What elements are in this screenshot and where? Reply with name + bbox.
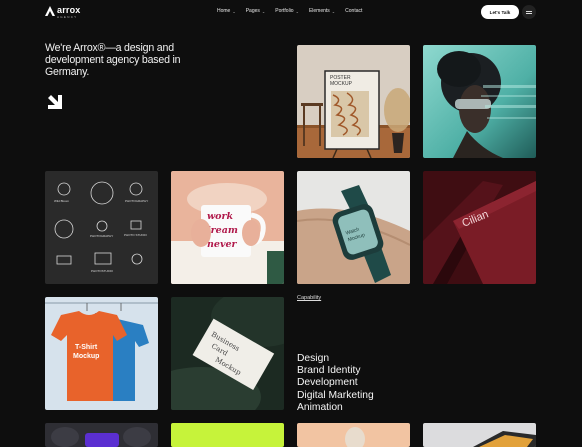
logo-label: PHOTOSTUDIO	[91, 269, 114, 273]
nav-item-portfolio[interactable]: Portfolio ⌄	[275, 8, 299, 14]
mug-line-3: never	[207, 239, 238, 250]
dark-product-tile[interactable]	[45, 423, 158, 447]
service-item[interactable]: Development	[297, 377, 374, 389]
brand-logo[interactable]: arrox AGENCY	[45, 6, 81, 19]
site-header: arrox AGENCY Home ⌄ Pages ⌄ Portfolio ⌄ …	[0, 0, 582, 24]
business-card-tile[interactable]: Business Card Mockup	[171, 297, 284, 410]
chevron-down-icon: ⌄	[232, 8, 236, 14]
nav-item-pages[interactable]: Pages ⌄	[246, 8, 266, 14]
service-item[interactable]: Digital Marketing	[297, 390, 374, 402]
chevron-down-icon: ⌄	[261, 8, 266, 14]
nav-item-home[interactable]: Home ⌄	[217, 8, 236, 14]
logo-label: PHOTOGRAPHY	[125, 199, 148, 203]
nav-item-elements[interactable]: Elements ⌄	[309, 8, 335, 14]
arrow-down-right-icon	[45, 92, 65, 112]
logo-icon	[45, 6, 55, 16]
tshirt-text-2: Mockup	[73, 353, 99, 360]
lime-color-tile[interactable]	[171, 423, 284, 447]
tshirt-mockup-tile[interactable]: T-Shirt Mockup	[45, 297, 158, 410]
logo-label: Wild Bloom	[54, 199, 70, 203]
chevron-down-icon: ⌄	[331, 8, 336, 14]
service-item[interactable]: Design	[297, 353, 374, 365]
chevron-down-icon: ⌄	[295, 8, 299, 14]
nav-label: Contact	[345, 8, 363, 14]
brand-tagline: AGENCY	[57, 15, 78, 19]
mug-mockup-tile[interactable]: work dream never	[171, 171, 284, 284]
light-product-tile[interactable]	[423, 423, 536, 447]
poster-mockup-tile[interactable]: POSTER MOCKUP	[297, 45, 410, 158]
brand-name: arrox	[57, 5, 81, 15]
cilian-branding-tile[interactable]: Cilian	[423, 171, 536, 284]
lets-talk-button[interactable]: Let's Talk	[481, 5, 519, 19]
nav-label: Home	[217, 8, 231, 14]
capability-link[interactable]: Capability	[297, 295, 321, 301]
poster-text-2: MOCKUP	[330, 81, 353, 87]
menu-button[interactable]	[522, 5, 536, 19]
nav-label: Portfolio	[275, 8, 294, 14]
tshirt-text-1: T-Shirt	[75, 344, 98, 351]
portrait-image-tile[interactable]	[423, 45, 536, 158]
menu-icon	[526, 10, 532, 12]
nav-label: Pages	[245, 8, 260, 14]
service-item[interactable]: Brand Identity	[297, 365, 374, 377]
watch-mockup-tile[interactable]: Watch Mockup	[297, 171, 410, 284]
logos-collection-tile[interactable]: Wild Bloom PHOTOGRAPHY PHOTOGRAPHY PHOTO…	[45, 171, 158, 284]
logo-label: PHOTOGRAPHY	[90, 234, 113, 238]
nav-label: Elements	[308, 8, 330, 14]
nav-item-contact[interactable]: Contact	[345, 8, 362, 14]
peach-product-tile[interactable]	[297, 423, 410, 447]
hero-headline: We're Arrox®—a design and development ag…	[45, 42, 181, 78]
logo-label: PHOTO STUDIO	[124, 233, 147, 237]
main-nav: Home ⌄ Pages ⌄ Portfolio ⌄ Elements ⌄ Co…	[217, 8, 362, 14]
service-item[interactable]: Animation	[297, 402, 374, 414]
mug-line-1: work	[207, 211, 234, 222]
services-list: Design Brand Identity Development Digita…	[297, 353, 374, 414]
